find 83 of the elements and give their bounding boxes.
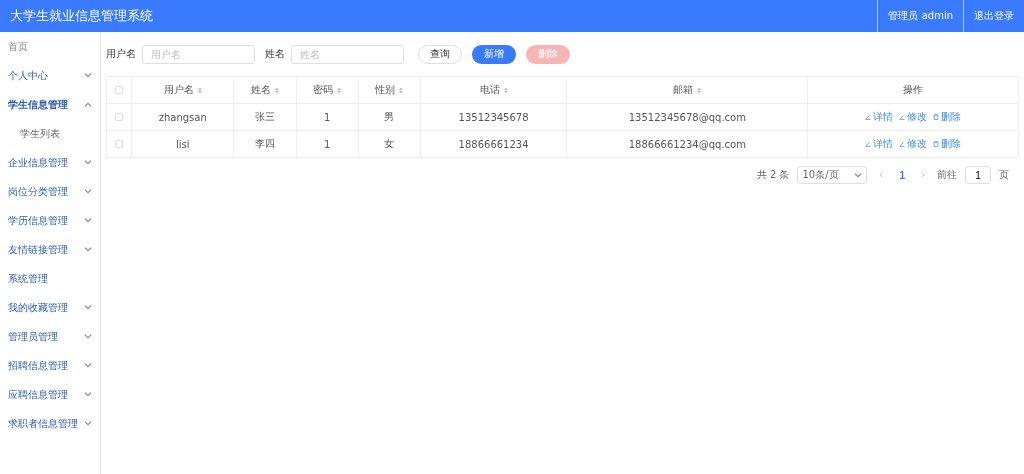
table-cell: 13512345678 [420,103,567,131]
edit-icon [865,141,872,147]
edit-icon [899,114,906,120]
edit-icon [899,141,906,147]
page-unit: 页 [999,168,1009,182]
column-header: 姓名 [233,76,297,104]
goto-label: 前往 [937,168,957,182]
column-header: 电话 [420,76,567,104]
page-size-select[interactable]: 10条/页 [797,166,868,184]
column-header: 密码 [296,76,359,104]
search-field[interactable]: 用户名 [142,44,255,64]
chevron-icon [84,73,92,78]
checkbox[interactable] [115,139,123,148]
chevron-icon [84,160,92,165]
search-field[interactable]: 姓名 [291,44,404,64]
sort-icon[interactable] [503,86,508,94]
submenu-item[interactable]: 学生列表 [0,119,100,148]
table-cell: 13512345678@qq.com [566,103,808,131]
field-label: 姓名 [265,47,285,61]
column-header: 用户名 [131,76,234,104]
chevron-icon [84,247,92,252]
column-header: 操作 [807,76,1019,104]
page-number[interactable]: 1 [895,169,909,181]
trash-icon [933,114,940,120]
app-title: 大学生就业信息管理系统 [9,7,154,25]
sort-icon[interactable] [399,86,404,94]
chevron-icon [84,102,92,107]
table-cell: 张三 [233,103,297,131]
table-cell: 男 [358,103,421,131]
chevron-icon [84,421,92,426]
sort-icon[interactable] [275,86,279,94]
query-button[interactable]: 查询 [418,44,462,64]
menu-item[interactable]: 求职者信息管理 [0,409,100,438]
menu-item[interactable]: 应聘信息管理 [0,380,100,409]
checkbox[interactable] [115,112,123,121]
menu-item[interactable]: 学历信息管理 [0,206,100,235]
chevron-icon [84,218,92,223]
action-link[interactable]: 详情 [865,137,894,151]
chevron-icon [854,172,863,178]
checkbox[interactable] [115,85,123,94]
chevron-icon [84,363,92,368]
chevron-icon [84,305,92,310]
logout-button[interactable]: 退出登录 [963,0,1024,32]
table-cell: 18866661234 [420,130,567,158]
column-header: 性别 [358,76,421,104]
table-cell: 18866661234@qq.com [566,130,808,158]
sort-icon[interactable] [337,86,342,94]
action-link[interactable]: 修改 [899,137,928,151]
sort-icon[interactable] [697,86,702,94]
menu-item[interactable]: 学生信息管理 [0,90,100,119]
menu-item[interactable]: 招聘信息管理 [0,351,100,380]
menu-item[interactable]: 友情链接管理 [0,235,100,264]
chevron-icon [84,334,92,339]
total-count: 共 2 条 [756,168,790,182]
table-cell: zhangsan [131,103,234,131]
action-link[interactable]: 删除 [933,137,962,151]
menu-item[interactable]: 系统管理 [0,264,100,293]
menu-item[interactable]: 个人中心 [0,61,100,90]
chevron-left-icon [879,171,884,178]
table-cell: 1 [296,103,359,131]
chevron-right-icon [921,171,925,178]
menu-item[interactable]: 企业信息管理 [0,148,100,177]
chevron-icon [84,392,92,397]
table-cell: 1 [296,130,359,158]
menu-item[interactable]: 岗位分类管理 [0,177,100,206]
sort-icon[interactable] [197,86,202,94]
action-link[interactable]: 详情 [865,110,894,124]
edit-icon [865,114,872,120]
table-cell: 李四 [233,130,297,158]
trash-icon [933,141,940,147]
action-link[interactable]: 修改 [899,110,928,124]
chevron-icon [84,189,92,194]
menu-item[interactable]: 首页 [0,32,100,61]
table-cell: 女 [358,130,421,158]
field-label: 用户名 [106,47,136,61]
action-link[interactable]: 删除 [933,110,962,124]
column-header: 邮箱 [566,76,808,104]
menu-item[interactable]: 我的收藏管理 [0,293,100,322]
user-button[interactable]: 管理员 admin [877,0,963,32]
add-button[interactable]: 新增 [472,44,516,64]
table-cell: lisi [131,130,234,158]
menu-item[interactable]: 管理员管理 [0,322,100,351]
goto-field[interactable]: 1 [965,166,991,184]
